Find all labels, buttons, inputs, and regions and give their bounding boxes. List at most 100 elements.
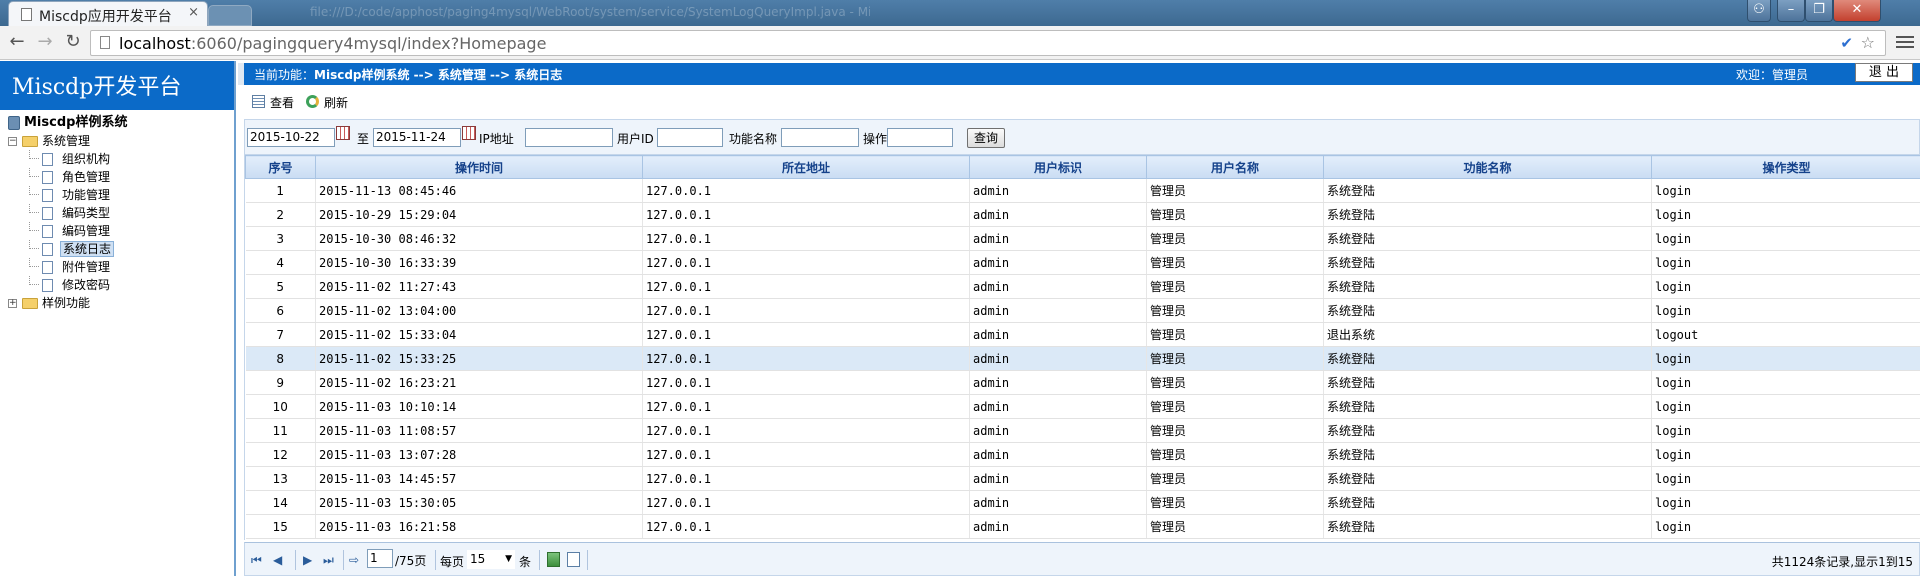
cell-time: 2015-11-02 13:04:00 [315, 298, 643, 323]
browser-menu-icon[interactable] [1896, 33, 1914, 53]
extension-shield-icon[interactable]: ✔ [1840, 34, 1853, 52]
cell-user-id: admin [969, 490, 1147, 515]
go-page-icon[interactable]: ⇨ [349, 553, 359, 567]
user-profile-icon[interactable]: ⚇ [1747, 0, 1771, 22]
table-row[interactable]: 10 2015-11-03 10:10:14 127.0.0.1 admin 管理员 系统… [245, 394, 1920, 419]
table-row[interactable]: 11 2015-11-03 11:08:57 127.0.0.1 admin 管理员 系统… [245, 418, 1920, 443]
cell-function: 系统登陆 [1323, 274, 1652, 299]
view-button[interactable]: 查看 [252, 94, 294, 111]
cell-op-type: login [1651, 274, 1920, 299]
table-row[interactable]: 13 2015-11-03 14:45:57 127.0.0.1 admin 管理员 系统… [245, 466, 1920, 491]
folder-icon [22, 298, 38, 309]
calendar-icon[interactable] [336, 126, 350, 140]
table-row[interactable]: 9 2015-11-02 16:23:21 127.0.0.1 admin 管理员 系统登… [245, 370, 1920, 395]
tree-item-codes[interactable]: 编码管理 [0, 222, 234, 240]
address-bar[interactable]: localhost:6060/pagingquery4mysql/index?H… [90, 30, 1886, 56]
browser-titlebar: Miscdp应用开发平台 × file:///D:/code/apphost/p… [0, 0, 1920, 26]
maximize-button[interactable]: ❐ [1805, 0, 1833, 22]
first-page-icon[interactable]: ⏮ [251, 553, 262, 568]
table-row[interactable]: 14 2015-11-03 15:30:05 127.0.0.1 admin 管理员 系统… [245, 490, 1920, 515]
prev-page-icon[interactable]: ◀ [273, 553, 282, 567]
ip-input[interactable] [525, 128, 613, 147]
record-info: 共1124条记录,显示1到15 [1771, 555, 1913, 569]
col-header-time[interactable]: 操作时间 [315, 155, 643, 179]
cell-address: 127.0.0.1 [642, 442, 970, 467]
col-header-user-name[interactable]: 用户名称 [1146, 155, 1324, 179]
calendar-icon[interactable] [462, 126, 476, 140]
bookmark-star-icon[interactable]: ☆ [1861, 33, 1875, 52]
cell-index: 2 [245, 202, 316, 227]
url-text[interactable]: localhost:6060/pagingquery4mysql/index?H… [119, 34, 546, 53]
page-size-select[interactable]: 15 ▼ [467, 550, 515, 569]
table-row[interactable]: 8 2015-11-02 15:33:25 127.0.0.1 admin 管理员 系统登… [245, 346, 1920, 371]
action-toolbar: 查看 刷新 [238, 87, 1920, 117]
table-row[interactable]: 1 2015-11-13 08:45:46 127.0.0.1 admin 管理员 系统登… [245, 178, 1920, 203]
col-header-index[interactable]: 序号 [245, 155, 316, 179]
back-arrow-icon[interactable]: ← [6, 32, 28, 54]
tree-root[interactable]: Miscdp样例系统 [0, 114, 234, 132]
page-number-input[interactable]: 1 [367, 549, 393, 568]
cell-op-type: logout [1651, 322, 1920, 347]
tree-item-change-password[interactable]: 修改密码 [0, 276, 234, 294]
logout-button[interactable]: 退 出 [1855, 63, 1913, 82]
operation-input[interactable] [887, 128, 953, 147]
date-to-input[interactable]: 2015-11-24 [373, 128, 461, 147]
cell-address: 127.0.0.1 [642, 274, 970, 299]
cell-user-name: 管理员 [1146, 466, 1324, 491]
collapse-icon[interactable]: − [8, 137, 17, 146]
col-header-user-id[interactable]: 用户标识 [969, 155, 1147, 179]
tree-item-system-log[interactable]: 系统日志 [0, 240, 234, 258]
tree-item-org[interactable]: 组织机构 [0, 150, 234, 168]
tree-item-label: 角色管理 [62, 170, 111, 184]
tab-close-icon[interactable]: × [188, 5, 199, 20]
document-export-icon[interactable] [567, 552, 580, 567]
table-row[interactable]: 5 2015-11-02 11:27:43 127.0.0.1 admin 管理员 系统登… [245, 274, 1920, 299]
cell-user-name: 管理员 [1146, 298, 1324, 323]
col-header-address[interactable]: 所在地址 [642, 155, 970, 179]
reload-icon[interactable]: ↻ [62, 32, 84, 54]
table-row[interactable]: 4 2015-10-30 16:33:39 127.0.0.1 admin 管理员 系统登… [245, 250, 1920, 275]
tree-item-label: 附件管理 [62, 260, 111, 274]
page-size-value: 15 [470, 552, 486, 566]
table-row[interactable]: 12 2015-11-03 13:07:28 127.0.0.1 admin 管理员 系统… [245, 442, 1920, 467]
cell-user-id: admin [969, 514, 1147, 539]
cell-user-name: 管理员 [1146, 178, 1324, 203]
expand-icon[interactable]: + [8, 299, 17, 308]
next-page-icon[interactable]: ▶ [303, 553, 312, 567]
table-row[interactable]: 2 2015-10-29 15:29:04 127.0.0.1 admin 管理员 系统登… [245, 202, 1920, 227]
refresh-button[interactable]: 刷新 [306, 94, 348, 111]
col-header-function[interactable]: 功能名称 [1323, 155, 1652, 179]
tree-group-system[interactable]: − 系统管理 [0, 132, 234, 150]
tree-item-attachments[interactable]: 附件管理 [0, 258, 234, 276]
cell-user-name: 管理员 [1146, 418, 1324, 443]
cell-op-type: login [1651, 466, 1920, 491]
tree-group-samples[interactable]: + 样例功能 [0, 294, 234, 312]
date-from-input[interactable]: 2015-10-22 [247, 128, 335, 147]
table-row[interactable]: 3 2015-10-30 08:46:32 127.0.0.1 admin 管理员 系统登… [245, 226, 1920, 251]
query-button[interactable]: 查询 [967, 128, 1005, 148]
tree-item-roles[interactable]: 角色管理 [0, 168, 234, 186]
cell-function: 系统登陆 [1323, 490, 1652, 515]
tree-item-code-types[interactable]: 编码类型 [0, 204, 234, 222]
tree-item-functions[interactable]: 功能管理 [0, 186, 234, 204]
minimize-button[interactable]: – [1777, 0, 1805, 22]
close-window-button[interactable]: ✕ [1833, 0, 1881, 22]
col-header-op-type[interactable]: 操作类型 [1651, 155, 1920, 179]
table-row[interactable]: 15 2015-11-03 16:21:58 127.0.0.1 admin 管理员 系统… [245, 514, 1920, 539]
splitter-handle[interactable] [238, 63, 244, 85]
cell-user-name: 管理员 [1146, 394, 1324, 419]
pagination-bar: ⏮ ◀ ▶ ⏭ ⇨ 1 /75页 每页 15 ▼ 条 共1124条记录,显示1到… [244, 542, 1920, 576]
new-tab-button[interactable] [208, 5, 252, 26]
table-row[interactable]: 6 2015-11-02 13:04:00 127.0.0.1 admin 管理员 系统登… [245, 298, 1920, 323]
table-row[interactable]: 7 2015-11-02 15:33:04 127.0.0.1 admin 管理员 退出系… [245, 322, 1920, 347]
function-name-input[interactable] [781, 128, 859, 147]
cell-user-id: admin [969, 274, 1147, 299]
last-page-icon[interactable]: ⏭ [323, 553, 334, 568]
cell-op-type: login [1651, 250, 1920, 275]
forward-arrow-icon[interactable]: → [34, 32, 56, 54]
browser-tab-active[interactable]: Miscdp应用开发平台 × [8, 1, 208, 26]
excel-export-icon[interactable] [547, 552, 560, 567]
cell-user-id: admin [969, 370, 1147, 395]
userid-input[interactable] [657, 128, 723, 147]
cell-time: 2015-11-02 15:33:04 [315, 322, 643, 347]
